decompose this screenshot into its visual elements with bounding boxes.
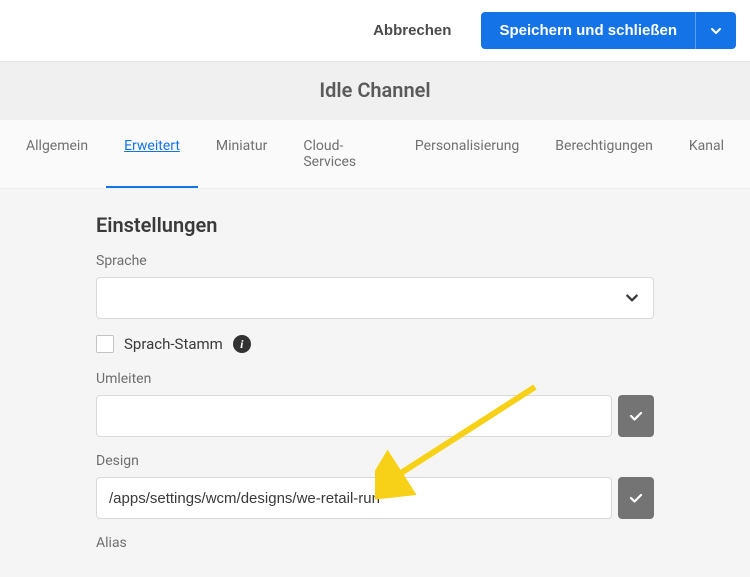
settings-heading: Einstellungen	[96, 213, 654, 237]
tab-list: Allgemein Erweitert Miniatur Cloud-Servi…	[0, 120, 750, 189]
redirect-field: Umleiten	[96, 371, 654, 437]
tab-cloud-services[interactable]: Cloud-Services	[285, 120, 397, 188]
cancel-button[interactable]: Abbrechen	[367, 14, 457, 47]
design-input-row	[96, 477, 654, 519]
design-input[interactable]	[96, 477, 612, 519]
redirect-picker-button[interactable]	[618, 395, 654, 437]
save-button-group: Speichern und schließen	[481, 12, 736, 49]
design-field: Design	[96, 453, 654, 519]
alias-label: Alias	[96, 535, 654, 551]
language-field: Sprache	[96, 253, 654, 319]
settings-panel: Einstellungen Sprache Sprach-Stamm i Uml…	[0, 189, 750, 577]
design-picker-button[interactable]	[618, 477, 654, 519]
language-select[interactable]	[96, 277, 654, 319]
redirect-input-row	[96, 395, 654, 437]
save-dropdown-button[interactable]	[695, 12, 736, 49]
page-title: Idle Channel	[0, 78, 750, 102]
tab-allgemein[interactable]: Allgemein	[8, 120, 106, 188]
tab-kanal[interactable]: Kanal	[671, 120, 742, 188]
tab-personalisierung[interactable]: Personalisierung	[397, 120, 537, 188]
redirect-label: Umleiten	[96, 371, 654, 387]
language-root-label: Sprach-Stamm	[124, 335, 223, 353]
check-icon	[628, 408, 644, 424]
dialog-header: Abbrechen Speichern und schließen	[0, 0, 750, 61]
save-close-button[interactable]: Speichern und schließen	[481, 12, 695, 49]
chevron-down-icon	[710, 25, 722, 37]
language-label: Sprache	[96, 253, 654, 269]
redirect-input[interactable]	[96, 395, 612, 437]
check-icon	[628, 490, 644, 506]
language-root-row: Sprach-Stamm i	[96, 335, 654, 353]
alias-field: Alias	[96, 535, 654, 551]
info-icon[interactable]: i	[233, 335, 251, 353]
tab-berechtigungen[interactable]: Berechtigungen	[537, 120, 671, 188]
design-label: Design	[96, 453, 654, 469]
title-bar: Idle Channel	[0, 61, 750, 120]
language-root-checkbox[interactable]	[96, 335, 114, 353]
chevron-down-icon	[625, 291, 639, 305]
tab-erweitert[interactable]: Erweitert	[106, 120, 198, 188]
tab-miniatur[interactable]: Miniatur	[198, 120, 285, 188]
